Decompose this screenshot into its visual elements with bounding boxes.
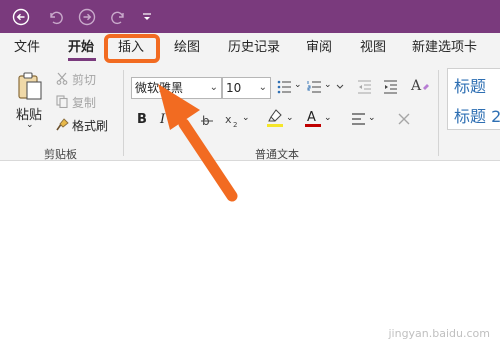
annotation-arrow (158, 84, 238, 202)
arrow-shaft (178, 118, 238, 202)
arrow-head (158, 84, 200, 130)
